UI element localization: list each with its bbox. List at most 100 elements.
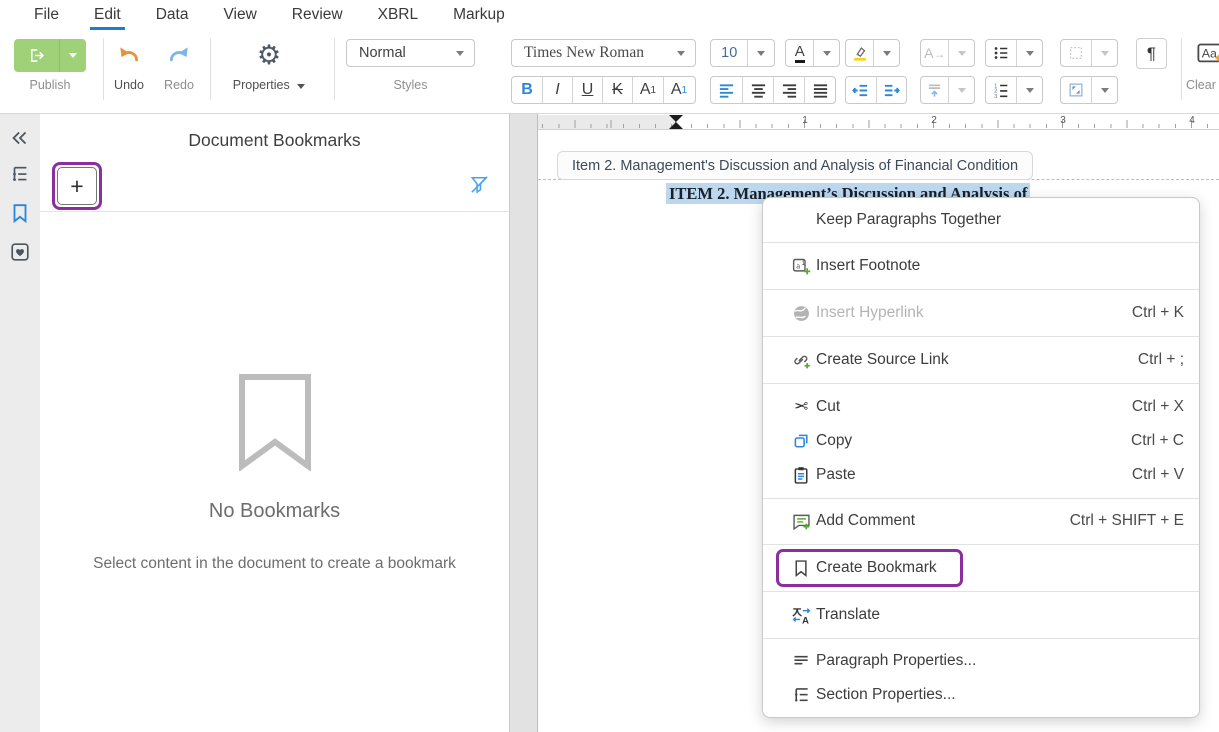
svg-text:A: A xyxy=(801,615,808,626)
app-window: { "menubar": { "items": [ {"label": "Fil… xyxy=(0,0,1219,732)
menu-item-paste[interactable]: Paste Ctrl + V xyxy=(763,458,1199,492)
align-right-button[interactable] xyxy=(773,77,804,103)
superscript-button[interactable]: A1 xyxy=(632,77,663,103)
styles-select[interactable]: Normal xyxy=(346,39,475,67)
align-justify-icon xyxy=(812,82,829,99)
numbered-list-control: 1 2 3 xyxy=(985,76,1043,104)
spacing-button[interactable] xyxy=(921,77,948,103)
clear-formatting-label: Clear Formatting xyxy=(1186,78,1219,92)
clear-formatting-button[interactable]: Aa xyxy=(1193,39,1219,67)
properties-button[interactable]: ⚙ xyxy=(252,38,286,72)
indent-button[interactable] xyxy=(876,77,907,103)
section-label-chip[interactable]: Item 2. Management's Discussion and Anal… xyxy=(557,151,1033,180)
bullet-list-caret[interactable] xyxy=(1016,40,1042,66)
font-family-value: Times New Roman xyxy=(512,40,677,66)
menu-item-paragraph-properties[interactable]: Paragraph Properties... xyxy=(763,644,1199,678)
align-left-button[interactable] xyxy=(711,77,742,103)
panel-separator xyxy=(40,211,509,212)
strikethrough-button[interactable]: K xyxy=(602,77,632,103)
char-style-button[interactable]: A→ xyxy=(921,40,948,66)
spacing-caret[interactable] xyxy=(948,77,974,103)
menu-edit[interactable]: Edit xyxy=(93,2,122,28)
menu-file[interactable]: File xyxy=(33,2,60,28)
ruler-half-ticks xyxy=(538,120,1219,128)
cut-icon: ✂ xyxy=(789,397,813,417)
menu-data[interactable]: Data xyxy=(155,2,190,28)
collapse-panel-icon[interactable] xyxy=(9,127,31,149)
font-color-caret[interactable] xyxy=(813,40,839,66)
font-family-select[interactable]: Times New Roman xyxy=(511,39,696,67)
align-justify-button[interactable] xyxy=(804,77,835,103)
paragraph-properties-icon xyxy=(789,651,813,672)
font-size-caret-icon[interactable] xyxy=(747,40,774,66)
svg-text:a: a xyxy=(796,260,800,270)
menu-item-translate[interactable]: A Translate xyxy=(763,598,1199,632)
char-style-caret[interactable] xyxy=(948,40,974,66)
menu-item-section-properties[interactable]: Section Properties... xyxy=(763,678,1199,712)
highlight-button[interactable] xyxy=(846,40,873,66)
bullet-list-icon xyxy=(992,44,1010,62)
numbered-list-button[interactable]: 1 2 3 xyxy=(986,77,1016,103)
undo-button[interactable] xyxy=(110,40,148,70)
redo-icon xyxy=(165,42,193,68)
menu-review[interactable]: Review xyxy=(291,2,344,28)
divider xyxy=(334,38,335,100)
menu-item-cut[interactable]: ✂ Cut Ctrl + X xyxy=(763,390,1199,424)
bold-button[interactable]: B xyxy=(512,77,542,103)
publish-icon xyxy=(27,46,46,65)
pilcrow-icon: ¶ xyxy=(1147,44,1156,64)
styles-value: Normal xyxy=(347,40,456,66)
publish-label: Publish xyxy=(14,78,86,92)
publish-button[interactable] xyxy=(14,39,86,72)
pilcrow-button[interactable]: ¶ xyxy=(1136,38,1167,69)
align-center-button[interactable] xyxy=(742,77,773,103)
menu-xbrl[interactable]: XBRL xyxy=(377,2,420,28)
font-size-select[interactable]: 10 xyxy=(710,39,775,67)
outline-panel-icon[interactable] xyxy=(9,164,31,186)
divider xyxy=(103,38,104,100)
char-style-icon: A→ xyxy=(924,45,945,61)
menu-item-insert-footnote[interactable]: a 1 Insert Footnote xyxy=(763,249,1199,283)
indent-group xyxy=(845,76,907,104)
menu-item-create-source-link[interactable]: Create Source Link Ctrl + ; xyxy=(763,343,1199,377)
fit-control xyxy=(1060,76,1118,104)
menu-item-create-bookmark[interactable]: Create Bookmark xyxy=(763,551,1199,585)
undo-icon xyxy=(115,42,143,68)
svg-text:1: 1 xyxy=(801,259,805,266)
outdent-button[interactable] xyxy=(846,77,876,103)
borders-icon xyxy=(1067,44,1085,62)
highlight-caret[interactable] xyxy=(873,40,899,66)
add-bookmark-button[interactable]: + xyxy=(57,167,97,205)
redo-button[interactable] xyxy=(160,40,198,70)
menu-item-add-comment[interactable]: Add Comment Ctrl + SHIFT + E xyxy=(763,504,1199,538)
numbered-list-caret[interactable] xyxy=(1016,77,1042,103)
align-center-icon xyxy=(750,82,767,99)
insert-hyperlink-icon xyxy=(789,303,813,324)
italic-button[interactable]: I xyxy=(542,77,572,103)
redo-label: Redo xyxy=(158,78,200,92)
subscript-button[interactable]: A1 xyxy=(663,77,694,103)
fit-button[interactable] xyxy=(1061,77,1091,103)
svg-text:Aa: Aa xyxy=(1202,46,1217,60)
filter-bookmarks-button[interactable] xyxy=(468,173,491,196)
bullet-list-button[interactable] xyxy=(986,40,1016,66)
fit-caret[interactable] xyxy=(1091,77,1117,103)
menu-view[interactable]: View xyxy=(222,2,257,28)
menu-item-keep-paragraphs-together[interactable]: Keep Paragraphs Together xyxy=(763,203,1199,237)
create-bookmark-icon xyxy=(789,558,813,579)
bookmarks-panel-icon[interactable] xyxy=(9,202,31,224)
highlight-control xyxy=(845,39,900,67)
comments-panel-icon[interactable] xyxy=(9,241,31,263)
font-color-button[interactable]: A xyxy=(786,40,813,66)
font-color-control: A xyxy=(785,39,840,67)
properties-label[interactable]: Properties xyxy=(222,78,316,92)
publish-dropdown[interactable] xyxy=(60,39,86,72)
underline-button[interactable]: U xyxy=(572,77,602,103)
borders-button[interactable] xyxy=(1061,40,1091,66)
menu-markup[interactable]: Markup xyxy=(452,2,506,28)
menu-item-copy[interactable]: Copy Ctrl + C xyxy=(763,424,1199,458)
horizontal-ruler[interactable]: 1 2 3 4 xyxy=(538,115,1219,130)
bookmark-empty-icon xyxy=(237,373,313,471)
indent-marker[interactable] xyxy=(669,115,683,129)
borders-caret[interactable] xyxy=(1091,40,1117,66)
